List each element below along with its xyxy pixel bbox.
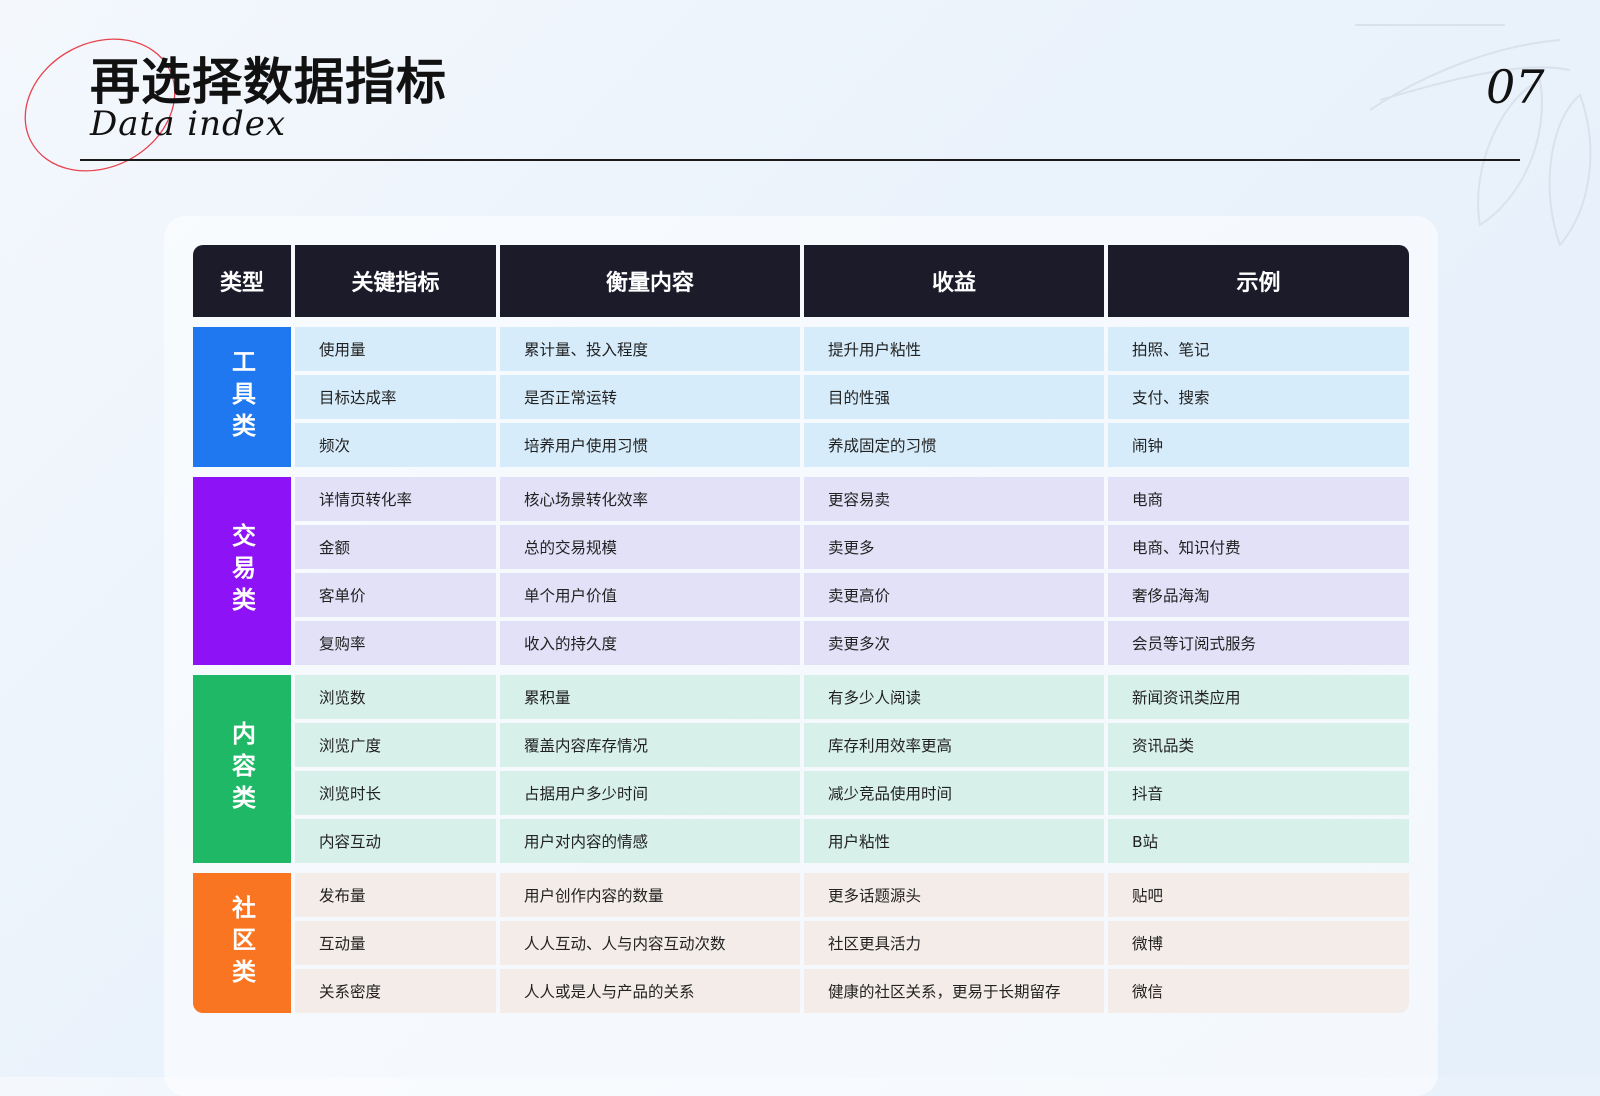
- benefit-cell: 健康的社区关系，更易于长期留存: [804, 969, 1104, 1013]
- measurement-cell: 总的交易规模: [500, 525, 800, 569]
- table-row: 详情页转化率 核心场景转化效率 更容易卖 电商: [295, 477, 1409, 521]
- key-metric-cell: 金额: [295, 525, 496, 569]
- example-cell: 微博: [1108, 921, 1409, 965]
- benefit-cell: 更多话题源头: [804, 873, 1104, 917]
- example-cell: 微信: [1108, 969, 1409, 1013]
- table-row: 浏览广度 覆盖内容库存情况 库存利用效率更高 资讯品类: [295, 723, 1409, 767]
- header-example: 示例: [1108, 245, 1409, 317]
- key-metric-cell: 互动量: [295, 921, 496, 965]
- key-metric-cell: 复购率: [295, 621, 496, 665]
- measurement-cell: 培养用户使用习惯: [500, 423, 800, 467]
- measurement-cell: 用户创作内容的数量: [500, 873, 800, 917]
- table-row: 浏览数 累积量 有多少人阅读 新闻资讯类应用: [295, 675, 1409, 719]
- metrics-table: 类型 关键指标 衡量内容 收益 示例 工具类 使用量 累计量、投入程度 提升用户粘性拍…: [193, 245, 1409, 1013]
- table-row: 内容互动 用户对内容的情感 用户粘性 B站: [295, 819, 1409, 863]
- benefit-cell: 目的性强: [804, 375, 1104, 419]
- table-row: 浏览时长 占据用户多少时间 减少竞品使用时间 抖音: [295, 771, 1409, 815]
- group-rows: 发布量 用户创作内容的数量 更多话题源头 贴吧 互动量 人人互动、人与内容互动次数 社区更具…: [295, 873, 1409, 1013]
- group-rows: 详情页转化率 核心场景转化效率 更容易卖 电商 金额 总的交易规模 卖更多 电商、知识付费 客单…: [295, 477, 1409, 665]
- key-metric-cell: 内容互动: [295, 819, 496, 863]
- benefit-cell: 用户粘性: [804, 819, 1104, 863]
- example-cell: 支付、搜索: [1108, 375, 1409, 419]
- table-row: 关系密度 人人或是人与产品的关系 健康的社区关系，更易于长期留存 微信: [295, 969, 1409, 1013]
- example-cell: 闹钟: [1108, 423, 1409, 467]
- example-cell: 奢侈品海淘: [1108, 573, 1409, 617]
- measurement-cell: 收入的持久度: [500, 621, 800, 665]
- example-cell: B站: [1108, 819, 1409, 863]
- benefit-cell: 更容易卖: [804, 477, 1104, 521]
- title-divider: [80, 159, 1520, 161]
- table-row: 复购率 收入的持久度 卖更多次 会员等订阅式服务: [295, 621, 1409, 665]
- benefit-cell: 卖更高价: [804, 573, 1104, 617]
- table-row: 使用量 累计量、投入程度 提升用户粘性 拍照、笔记: [295, 327, 1409, 371]
- measurement-cell: 人人或是人与产品的关系: [500, 969, 800, 1013]
- measurement-cell: 累计量、投入程度: [500, 327, 800, 371]
- category-label-community: 社区类: [193, 873, 291, 1013]
- group-content: 内容类 浏览数 累积量 有多少人阅读 新闻资讯类应用 浏览广度 覆盖内容库存情况 库存利用效率…: [193, 675, 1409, 863]
- measurement-cell: 用户对内容的情感: [500, 819, 800, 863]
- measurement-cell: 累积量: [500, 675, 800, 719]
- example-cell: 新闻资讯类应用: [1108, 675, 1409, 719]
- key-metric-cell: 客单价: [295, 573, 496, 617]
- group-trade: 交易类 详情页转化率 核心场景转化效率 更容易卖 电商 金额 总的交易规模 卖更多 电商、知识付…: [193, 477, 1409, 665]
- category-label-trade: 交易类: [193, 477, 291, 665]
- measurement-cell: 是否正常运转: [500, 375, 800, 419]
- key-metric-cell: 浏览广度: [295, 723, 496, 767]
- benefit-cell: 有多少人阅读: [804, 675, 1104, 719]
- example-cell: 电商: [1108, 477, 1409, 521]
- benefit-cell: 卖更多: [804, 525, 1104, 569]
- benefit-cell: 养成固定的习惯: [804, 423, 1104, 467]
- key-metric-cell: 详情页转化率: [295, 477, 496, 521]
- page-number: 07: [1486, 60, 1545, 114]
- benefit-cell: 库存利用效率更高: [804, 723, 1104, 767]
- table-row: 目标达成率 是否正常运转 目的性强 支付、搜索: [295, 375, 1409, 419]
- table-row: 发布量 用户创作内容的数量 更多话题源头 贴吧: [295, 873, 1409, 917]
- table-header-row: 类型 关键指标 衡量内容 收益 示例: [193, 245, 1409, 317]
- example-cell: 抖音: [1108, 771, 1409, 815]
- example-cell: 会员等订阅式服务: [1108, 621, 1409, 665]
- header-measurement: 衡量内容: [500, 245, 800, 317]
- measurement-cell: 占据用户多少时间: [500, 771, 800, 815]
- header-benefit: 收益: [804, 245, 1104, 317]
- group-community: 社区类 发布量 用户创作内容的数量 更多话题源头 贴吧 互动量 人人互动、人与内容互动次数社…: [193, 873, 1409, 1013]
- category-label-content: 内容类: [193, 675, 291, 863]
- example-cell: 拍照、笔记: [1108, 327, 1409, 371]
- header-type: 类型: [193, 245, 291, 317]
- key-metric-cell: 浏览数: [295, 675, 496, 719]
- group-rows: 使用量 累计量、投入程度 提升用户粘性 拍照、笔记 目标达成率 是否正常运转 目的性强 支付、…: [295, 327, 1409, 467]
- key-metric-cell: 使用量: [295, 327, 496, 371]
- measurement-cell: 核心场景转化效率: [500, 477, 800, 521]
- benefit-cell: 减少竞品使用时间: [804, 771, 1104, 815]
- example-cell: 电商、知识付费: [1108, 525, 1409, 569]
- key-metric-cell: 发布量: [295, 873, 496, 917]
- benefit-cell: 提升用户粘性: [804, 327, 1104, 371]
- group-rows: 浏览数 累积量 有多少人阅读 新闻资讯类应用 浏览广度 覆盖内容库存情况 库存利用效率更高资…: [295, 675, 1409, 863]
- example-cell: 资讯品类: [1108, 723, 1409, 767]
- key-metric-cell: 浏览时长: [295, 771, 496, 815]
- leaf-sketch-decoration: [1355, 24, 1592, 247]
- benefit-cell: 社区更具活力: [804, 921, 1104, 965]
- measurement-cell: 覆盖内容库存情况: [500, 723, 800, 767]
- table-row: 金额 总的交易规模 卖更多 电商、知识付费: [295, 525, 1409, 569]
- benefit-cell: 卖更多次: [804, 621, 1104, 665]
- page-subtitle: Data index: [90, 104, 287, 144]
- table-row: 互动量 人人互动、人与内容互动次数 社区更具活力 微博: [295, 921, 1409, 965]
- example-cell: 贴吧: [1108, 873, 1409, 917]
- group-tool: 工具类 使用量 累计量、投入程度 提升用户粘性 拍照、笔记 目标达成率 是否正常运转 目的性强…: [193, 327, 1409, 467]
- measurement-cell: 单个用户价值: [500, 573, 800, 617]
- measurement-cell: 人人互动、人与内容互动次数: [500, 921, 800, 965]
- table-row: 频次 培养用户使用习惯 养成固定的习惯 闹钟: [295, 423, 1409, 467]
- category-label-tool: 工具类: [193, 327, 291, 467]
- key-metric-cell: 关系密度: [295, 969, 496, 1013]
- key-metric-cell: 目标达成率: [295, 375, 496, 419]
- key-metric-cell: 频次: [295, 423, 496, 467]
- table-body: 工具类 使用量 累计量、投入程度 提升用户粘性 拍照、笔记 目标达成率 是否正常运转 目的性强…: [193, 327, 1409, 1013]
- table-row: 客单价 单个用户价值 卖更高价 奢侈品海淘: [295, 573, 1409, 617]
- header-key-metric: 关键指标: [295, 245, 496, 317]
